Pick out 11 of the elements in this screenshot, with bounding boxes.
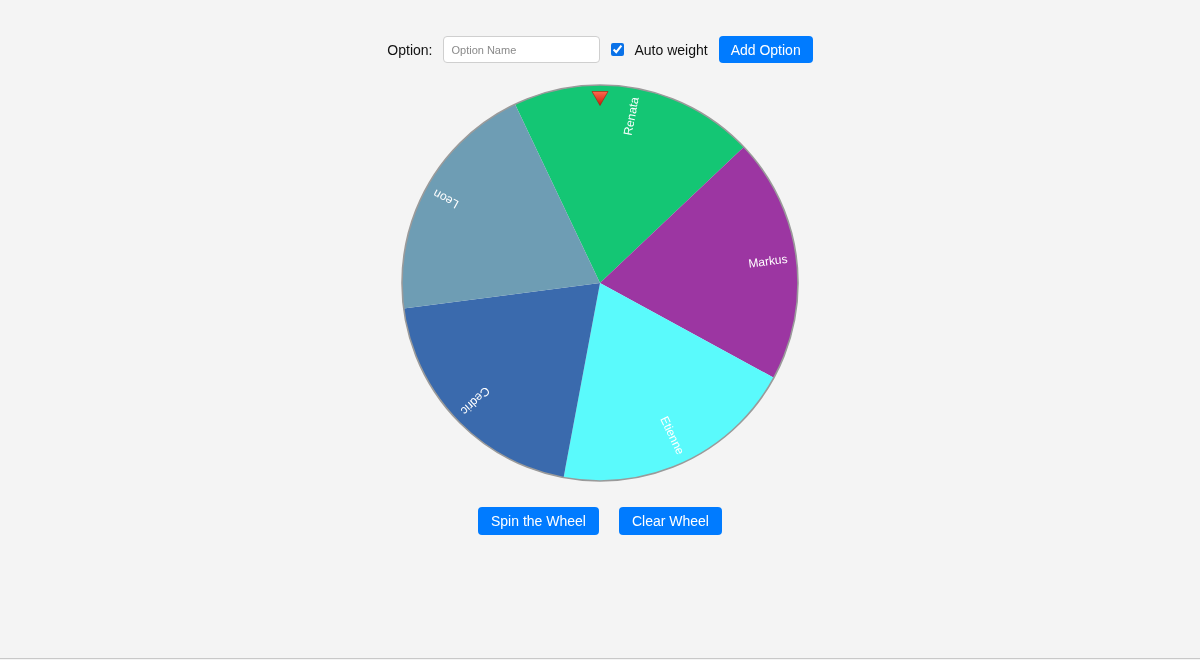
slice-label: Leon bbox=[430, 186, 461, 212]
slice-label: Renata bbox=[620, 95, 642, 137]
option-name-field[interactable]: Option Name bbox=[443, 36, 601, 63]
clear-button[interactable]: Clear Wheel bbox=[618, 507, 722, 535]
auto-weight-label: Auto weight bbox=[634, 41, 708, 58]
pointer-icon bbox=[591, 91, 609, 106]
add-option-button[interactable]: Add Option bbox=[718, 36, 813, 63]
auto-weight-checkbox[interactable] bbox=[611, 43, 625, 56]
option-label: Option: bbox=[387, 41, 433, 58]
slice-label: Markus bbox=[747, 251, 789, 271]
spin-button[interactable]: Spin the Wheel bbox=[478, 507, 599, 535]
